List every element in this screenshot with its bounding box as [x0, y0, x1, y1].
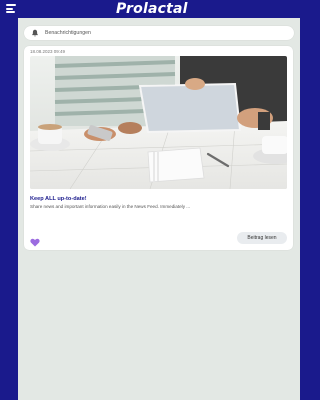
post-title: Keep ALL up-to-date! — [30, 196, 87, 202]
read-post-button[interactable]: Beitrag lesen — [237, 232, 287, 244]
sidebar — [0, 18, 18, 400]
notifications-label: Benachrichtigungen — [45, 30, 91, 36]
post-image — [30, 56, 287, 189]
post-date: 18.08.2023 09:49 — [30, 49, 66, 54]
post-description: Share news and important information eas… — [30, 204, 191, 209]
main-content: Benachrichtigungen 18.08.2023 09:49 Keep… — [18, 18, 300, 400]
news-card[interactable]: 18.08.2023 09:49 Keep ALL up-to-date! Sh… — [24, 46, 293, 250]
bell-icon — [30, 29, 39, 38]
notifications-bar[interactable]: Benachrichtigungen — [24, 26, 294, 40]
heart-icon[interactable] — [30, 234, 40, 247]
app-logo: Prolactal — [116, 1, 188, 17]
menu-hamburger-icon[interactable] — [6, 4, 16, 13]
top-bar: Prolactal — [0, 0, 300, 18]
